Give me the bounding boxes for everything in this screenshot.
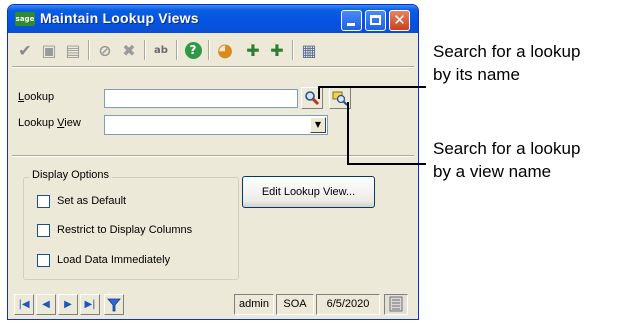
next-record-button[interactable]: ▶ — [58, 294, 78, 315]
save-copy-button[interactable]: ▤ — [62, 39, 84, 61]
help-icon: ? — [184, 41, 202, 59]
toolbar: ✔ ▣ ▤ ⊘ ✖ ab ? ◕ ✚ ✚ ▦ — [10, 35, 416, 65]
maximize-button[interactable] — [365, 10, 386, 31]
close-icon: ✕ — [393, 11, 406, 29]
accept-button[interactable]: ✔ — [14, 39, 36, 61]
edit-lookup-view-button[interactable]: Edit Lookup View... — [242, 176, 375, 208]
status-company: SOA — [276, 294, 314, 315]
accept-icon: ✔ — [18, 40, 32, 60]
toolbar-separator — [88, 40, 90, 60]
toolbar-separator — [176, 40, 178, 60]
color-wheel-icon: ◕ — [217, 39, 233, 61]
toolbar-separator — [144, 40, 146, 60]
import-icon: ✚ — [270, 40, 284, 60]
set-as-default-label: Set as Default — [57, 195, 127, 207]
export-button[interactable]: ✚ — [242, 39, 264, 61]
import-button[interactable]: ✚ — [266, 39, 288, 61]
load-data-immediately-checkbox[interactable] — [37, 254, 50, 267]
window-title: Maintain Lookup Views — [40, 10, 199, 26]
status-user: admin — [234, 294, 274, 315]
cancel-icon: ⊘ — [98, 40, 112, 60]
save-button[interactable]: ▣ — [38, 39, 60, 61]
calendar-icon: ▦ — [301, 40, 317, 60]
status-date: 6/5/2020 — [316, 294, 380, 315]
callout-line-bottom-horizontal — [347, 163, 426, 165]
maximize-icon — [370, 15, 381, 25]
lookup-view-label-suffix: iew — [64, 117, 81, 129]
first-record-button[interactable]: |◀ — [14, 294, 34, 315]
lookup-input[interactable] — [104, 89, 298, 108]
delete-icon: ✖ — [122, 40, 136, 60]
callout-search-by-view-line1: Search for a lookup — [433, 139, 581, 158]
display-options-legend: Display Options — [29, 169, 113, 181]
first-record-icon: |◀ — [18, 299, 30, 310]
callout-search-by-name: Search for a lookup by its name — [433, 40, 580, 86]
close-button[interactable]: ✕ — [389, 10, 410, 31]
callout-search-by-name-line1: Search for a lookup — [433, 42, 581, 61]
view-search-icon — [332, 91, 348, 106]
chevron-down-icon[interactable]: ▼ — [310, 117, 326, 133]
title-bar[interactable]: sage Maintain Lookup Views ✕ — [8, 5, 418, 33]
next-record-icon: ▶ — [64, 299, 72, 310]
callout-line-top-horizontal — [318, 86, 426, 88]
cancel-button[interactable]: ⊘ — [94, 39, 116, 61]
calendar-button[interactable]: ▦ — [298, 39, 320, 61]
callout-search-by-name-line2: by its name — [433, 65, 520, 84]
load-data-immediately-label: Load Data Immediately — [57, 254, 171, 266]
toolbar-separator — [292, 40, 294, 60]
database-icon — [389, 296, 403, 312]
help-button[interactable]: ? — [182, 39, 204, 61]
previous-record-button[interactable]: ◀ — [36, 294, 56, 315]
filter-button[interactable] — [104, 294, 124, 315]
lookup-view-select[interactable]: ▼ — [104, 115, 328, 135]
toolbar-divider — [12, 66, 414, 68]
filter-icon — [107, 298, 121, 311]
lookup-label-text: ookup — [24, 91, 55, 103]
callout-search-by-view-line2: by a view name — [433, 162, 552, 181]
lookup-view-label-text: Lookup — [18, 117, 58, 129]
save-icon: ▣ — [41, 40, 57, 60]
lookup-label: Lookup — [18, 91, 54, 103]
color-wheel-button[interactable]: ◕ — [214, 39, 236, 61]
export-icon: ✚ — [246, 40, 260, 60]
status-bar: |◀ ◀ ▶ ▶| admin SOA 6/5/2020 — [12, 291, 414, 317]
last-record-button[interactable]: ▶| — [80, 294, 100, 315]
lookup-text-button[interactable]: ab — [150, 39, 172, 61]
save-copy-icon: ▤ — [65, 40, 81, 60]
restrict-to-display-columns-label: Restrict to Display Columns — [57, 224, 193, 236]
section-separator — [12, 155, 414, 157]
minimize-button[interactable] — [341, 10, 362, 31]
delete-button[interactable]: ✖ — [118, 39, 140, 61]
sage-app-icon: sage — [15, 12, 35, 26]
lookup-view-label: Lookup View — [18, 117, 81, 129]
previous-record-icon: ◀ — [42, 299, 50, 310]
callout-search-by-view: Search for a lookup by a view name — [433, 137, 580, 183]
callout-line-bottom-vertical — [347, 102, 349, 165]
toolbar-separator — [208, 40, 210, 60]
set-as-default-checkbox[interactable] — [37, 195, 50, 208]
last-record-icon: ▶| — [84, 299, 96, 310]
minimize-icon — [347, 23, 355, 26]
status-panel-button[interactable] — [384, 294, 408, 315]
maintain-lookup-views-window: sage Maintain Lookup Views ✕ ✔ ▣ ▤ ⊘ ✖ a… — [7, 4, 419, 320]
lookup-text-icon: ab — [154, 44, 168, 56]
restrict-to-display-columns-checkbox[interactable] — [37, 224, 50, 237]
